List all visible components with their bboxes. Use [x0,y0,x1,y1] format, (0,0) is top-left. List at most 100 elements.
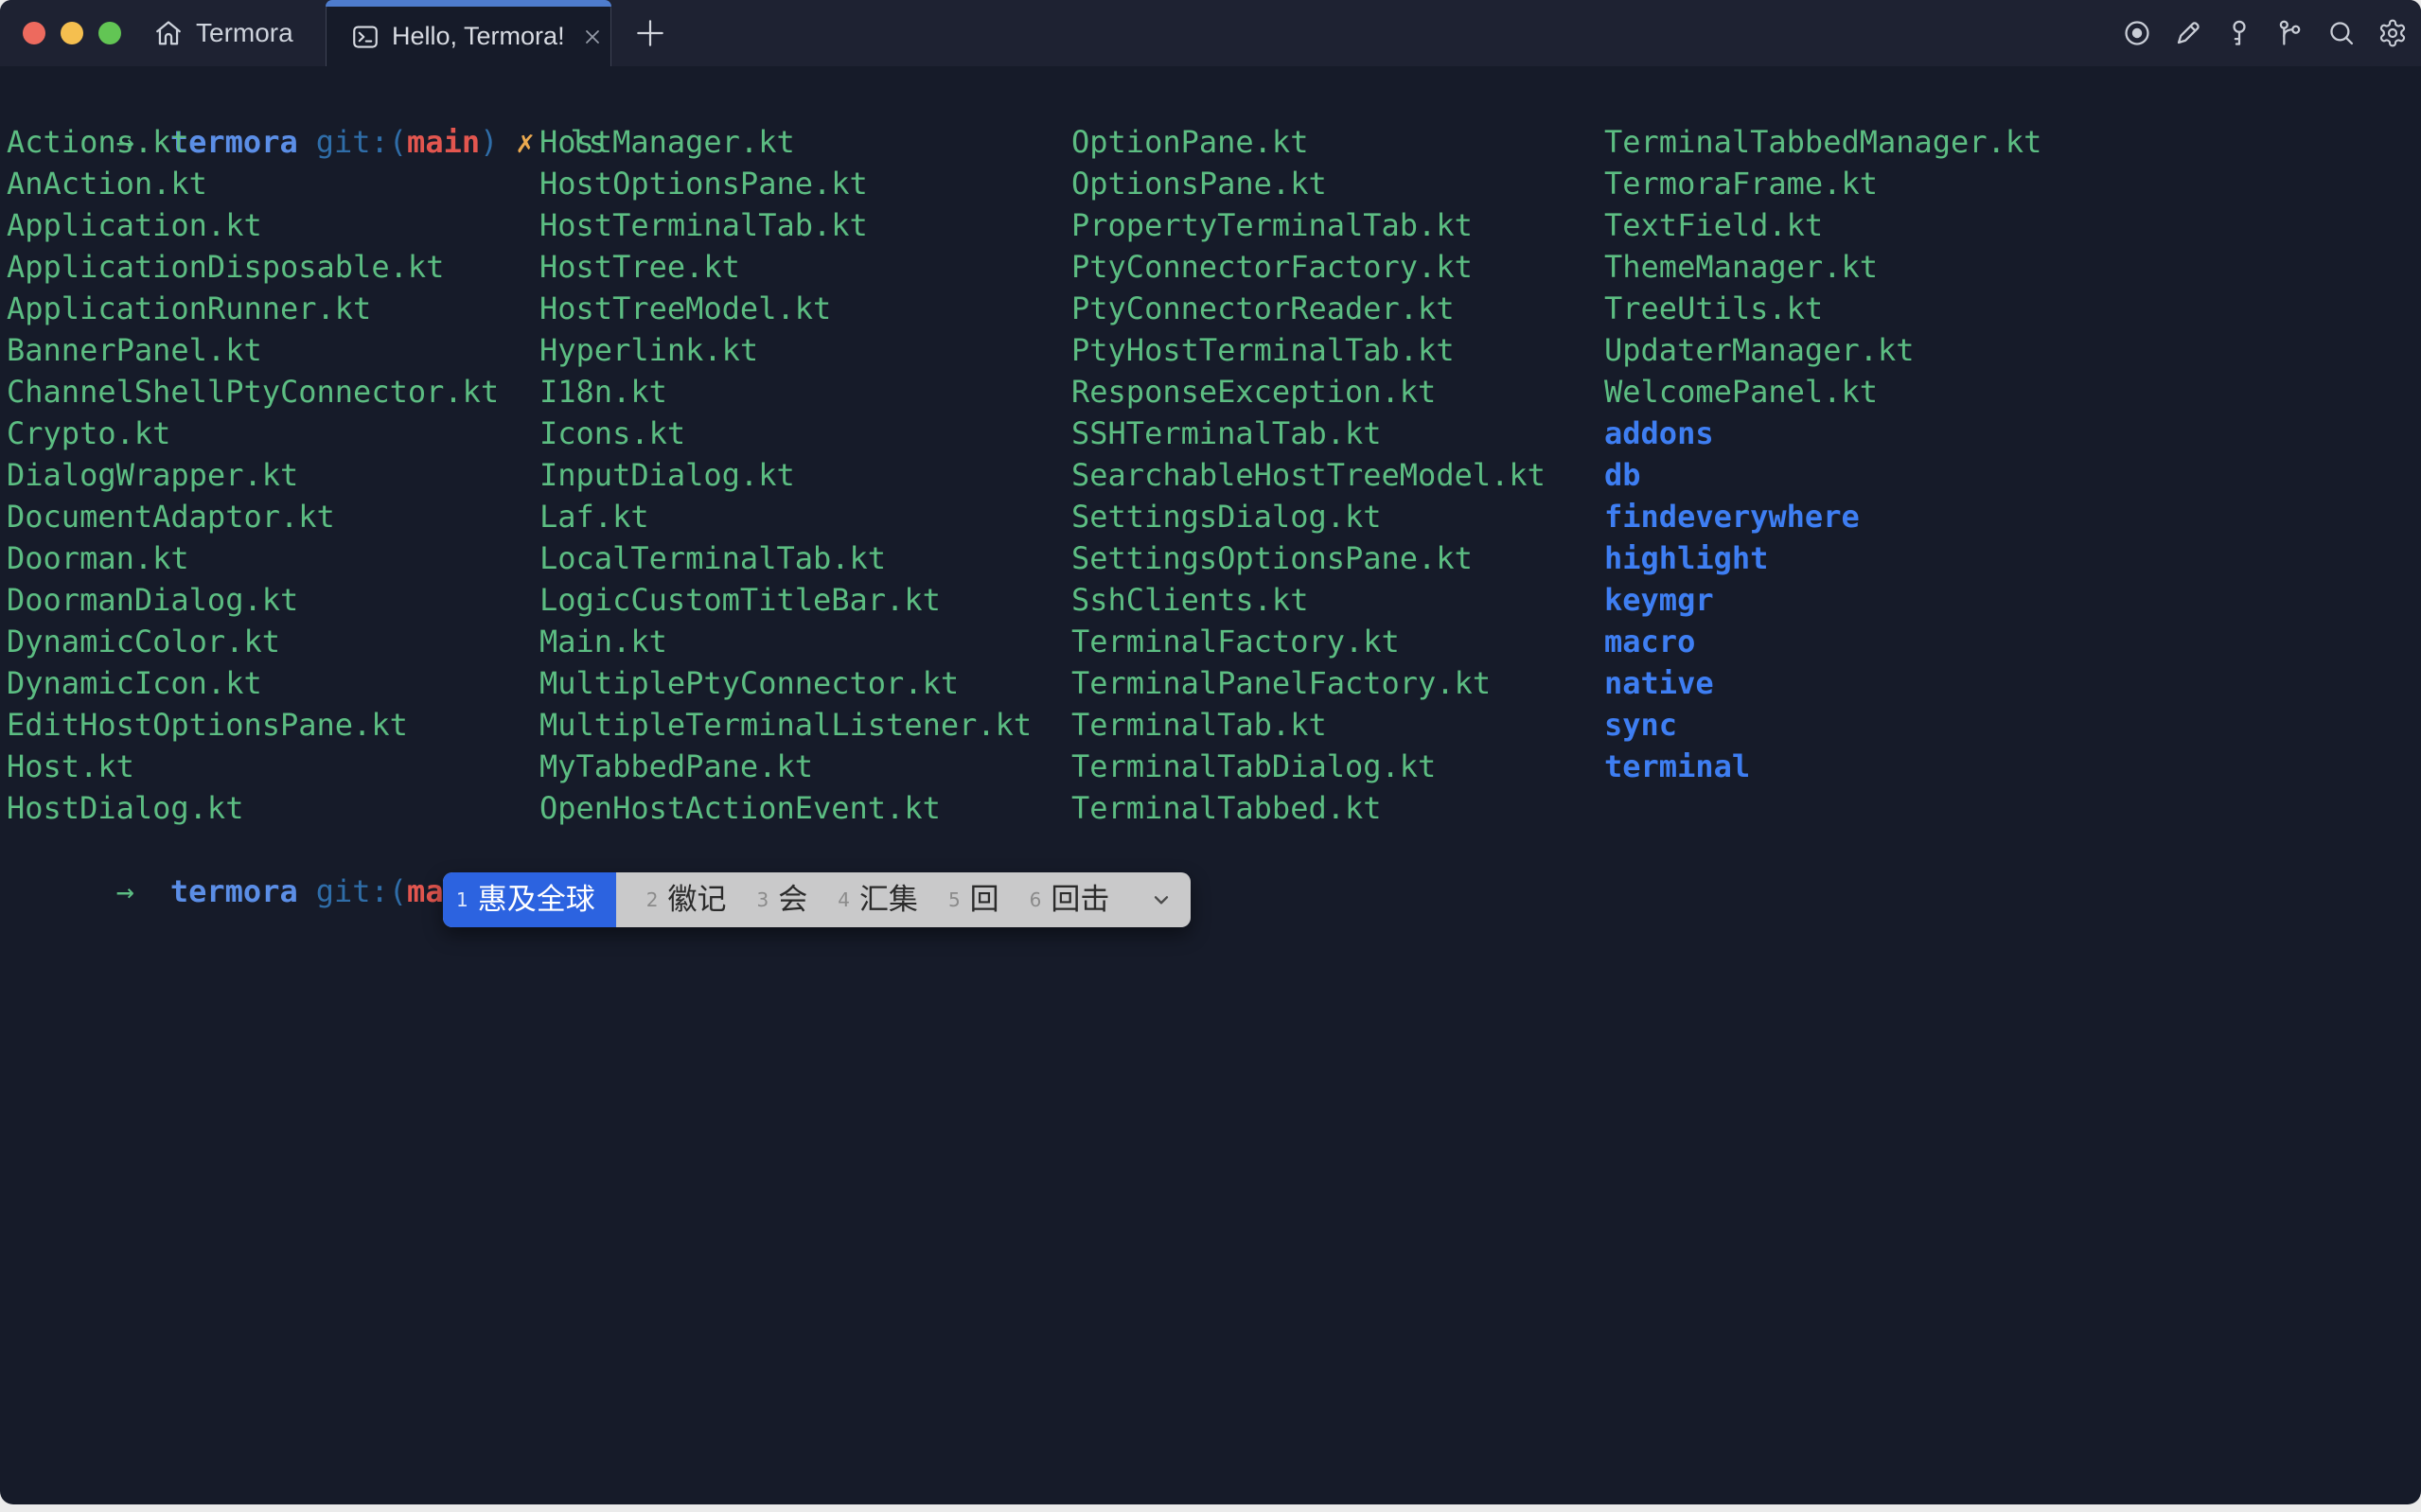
file-column: HostManager.ktHostOptionsPane.ktHostTerm… [539,121,1032,829]
file-item: OptionPane.kt [1071,121,1546,163]
close-window-button[interactable] [23,22,45,44]
record-icon [2122,18,2152,48]
file-item: ApplicationDisposable.kt [7,246,499,288]
home-tab-label: Termora [196,18,293,48]
zoom-window-button[interactable] [98,22,121,44]
file-item: HostDialog.kt [7,787,499,829]
new-tab-button[interactable] [617,0,683,66]
file-item: PtyConnectorReader.kt [1071,288,1546,329]
file-item: TreeUtils.kt [1604,288,2041,329]
branch-icon [2275,18,2306,48]
candidate-number: 2 [646,879,659,921]
candidate-text: 徽记 [667,879,726,921]
file-item: ThemeManager.kt [1604,246,2041,288]
ime-candidate[interactable]: 4汇集 [838,879,918,921]
file-item: TermoraFrame.kt [1604,163,2041,204]
candidate-text: 回击 [1051,879,1109,921]
file-item: ApplicationRunner.kt [7,288,499,329]
file-item: I18n.kt [539,371,1032,413]
ime-candidate-selected[interactable]: 1惠及全球 [443,872,616,927]
file-item: PropertyTerminalTab.kt [1071,204,1546,246]
file-item: Application.kt [7,204,499,246]
file-item: DoormanDialog.kt [7,579,499,621]
file-item: PtyHostTerminalTab.kt [1071,329,1546,371]
dir-item: addons [1604,413,2041,454]
file-item: ResponseException.kt [1071,371,1546,413]
file-item: EditHostOptionsPane.kt [7,704,499,746]
file-item: MultiplePtyConnector.kt [539,662,1032,704]
traffic-lights [23,22,121,44]
ime-candidate[interactable]: 2徽记 [646,879,727,921]
file-item: TerminalTabDialog.kt [1071,746,1546,787]
pencil-icon [2173,18,2203,48]
file-item: Crypto.kt [7,413,499,454]
file-item: MyTabbedPane.kt [539,746,1032,787]
file-item: TextField.kt [1604,204,2041,246]
file-item: InputDialog.kt [539,454,1032,496]
file-item: DialogWrapper.kt [7,454,499,496]
file-item: OpenHostActionEvent.kt [539,787,1032,829]
file-item: HostTreeModel.kt [539,288,1032,329]
edit-button[interactable] [2173,18,2203,48]
candidate-text: 惠及全球 [478,879,595,921]
file-item: Hyperlink.kt [539,329,1032,371]
candidate-number: 6 [1030,879,1042,921]
ime-candidate[interactable]: 6回击 [1030,879,1110,921]
file-item: TerminalTabbedManager.kt [1604,121,2041,163]
tab-close-button[interactable] [581,26,604,48]
prompt-user: termora [170,873,298,909]
ime-candidate[interactable]: 3会 [756,879,807,921]
file-item: AnAction.kt [7,163,499,204]
dir-item: native [1604,662,2041,704]
ime-candidate[interactable]: 5回 [948,879,999,921]
record-button[interactable] [2122,18,2152,48]
file-item: DocumentAdaptor.kt [7,496,499,537]
file-item: Actions.kt [7,121,499,163]
file-item: HostOptionsPane.kt [539,163,1032,204]
dir-item: findeverywhere [1604,496,2041,537]
file-item: Laf.kt [539,496,1032,537]
search-icon [2326,18,2357,48]
terminal-tab[interactable]: Hello, Termora! [326,0,611,66]
candidate-number: 3 [756,879,769,921]
home-tab[interactable]: Termora [153,0,293,66]
file-item: Doorman.kt [7,537,499,579]
dir-item: keymgr [1604,579,2041,621]
file-item: SettingsDialog.kt [1071,496,1546,537]
active-tab-accent [326,0,611,7]
file-item: Host.kt [7,746,499,787]
ime-expand-button[interactable] [1149,888,1174,912]
file-item: ChannelShellPtyConnector.kt [7,371,499,413]
minimize-window-button[interactable] [61,22,83,44]
tab-title: Hello, Termora! [392,22,565,51]
home-icon [153,18,184,48]
toolbar [2122,0,2408,66]
plus-icon [632,15,668,51]
file-item: UpdaterManager.kt [1604,329,2041,371]
gear-icon [2377,18,2408,48]
settings-button[interactable] [2377,18,2408,48]
dir-item: db [1604,454,2041,496]
file-item: HostTree.kt [539,246,1032,288]
dir-item: terminal [1604,746,2041,787]
file-item: SSHTerminalTab.kt [1071,413,1546,454]
file-item: TerminalTab.kt [1071,704,1546,746]
file-item: Icons.kt [539,413,1032,454]
terminal-screen[interactable]: →termoragit:(main)✗ls Actions.ktAnAction… [0,66,2421,1504]
file-item: DynamicColor.kt [7,621,499,662]
file-item: Main.kt [539,621,1032,662]
prompt-arrow: → [116,873,134,909]
file-item: SettingsOptionsPane.kt [1071,537,1546,579]
file-item: DynamicIcon.kt [7,662,499,704]
file-item: LogicCustomTitleBar.kt [539,579,1032,621]
file-column: OptionPane.ktOptionsPane.ktPropertyTermi… [1071,121,1546,829]
candidate-text: 回 [970,879,999,921]
file-item: TerminalPanelFactory.kt [1071,662,1546,704]
search-button[interactable] [2326,18,2357,48]
keys-button[interactable] [2224,18,2254,48]
chevron-down-icon [1149,888,1174,912]
dir-item: sync [1604,704,2041,746]
keychain-button[interactable] [2275,18,2306,48]
file-item: SearchableHostTreeModel.kt [1071,454,1546,496]
title-bar: Termora Hello, Termora! [0,0,2421,66]
